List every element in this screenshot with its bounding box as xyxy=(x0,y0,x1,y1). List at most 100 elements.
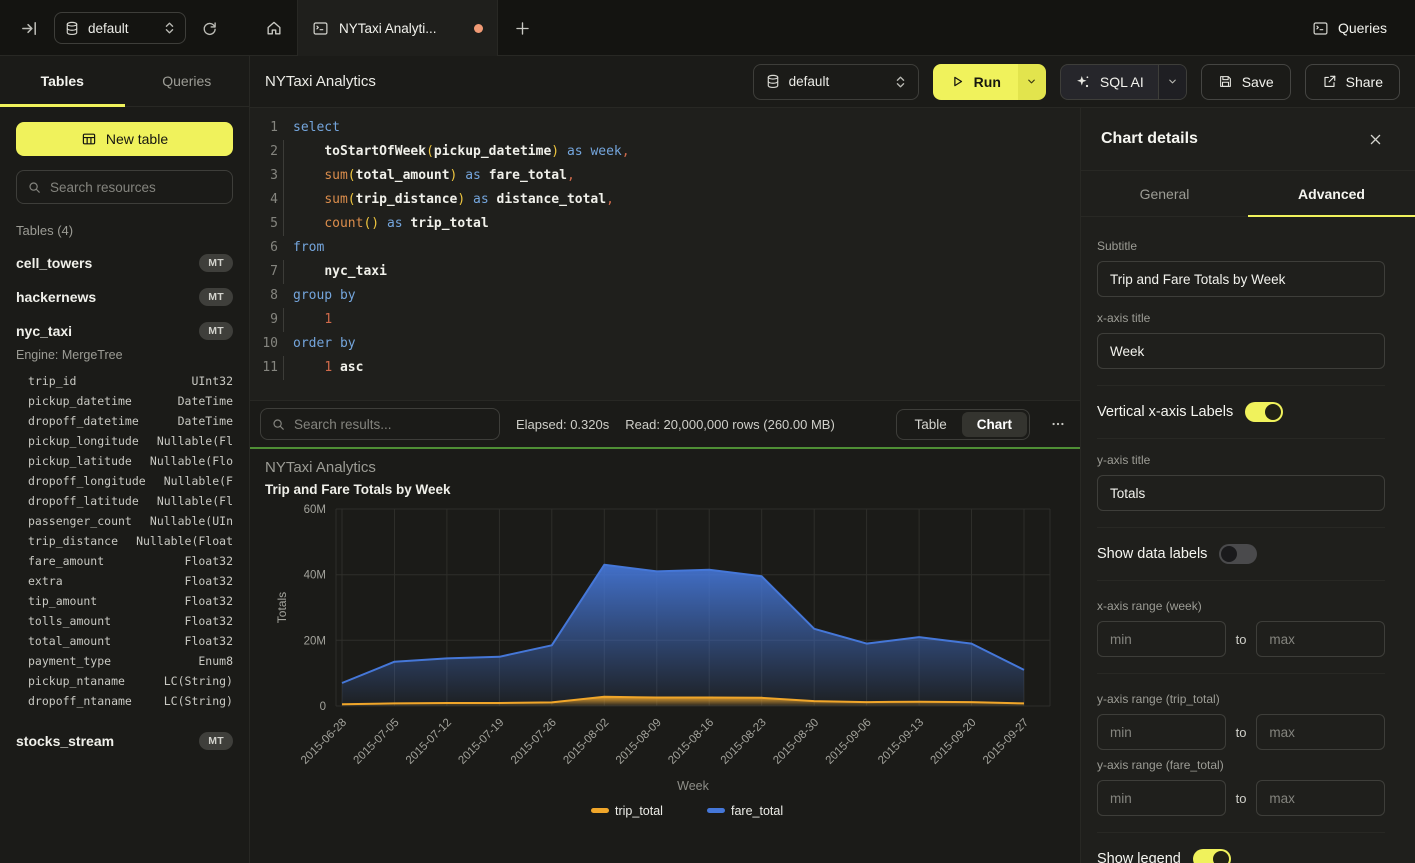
x-axis-range-max-input[interactable] xyxy=(1256,621,1385,657)
line-number: 4 xyxy=(260,188,278,212)
code-line[interactable]: 3 sum(total_amount) as fare_total, xyxy=(250,164,1080,188)
sidebar-search[interactable] xyxy=(16,170,233,204)
view-toggle-chart[interactable]: Chart xyxy=(962,412,1027,437)
code-line[interactable]: 8group by xyxy=(250,284,1080,308)
column-type: DateTime xyxy=(178,391,233,411)
y-axis-range-trip-min-input[interactable] xyxy=(1097,714,1226,750)
toolbar-database-selector[interactable]: default xyxy=(753,64,919,100)
column-type: LC(String) xyxy=(164,691,233,711)
column-name: pickup_latitude xyxy=(28,451,132,471)
code-line[interactable]: 2 toStartOfWeek(pickup_datetime) as week… xyxy=(250,140,1080,164)
y-tick-label: 20M xyxy=(304,635,326,647)
code-line[interactable]: 11 1 asc xyxy=(250,356,1080,380)
sidebar-tab-queries[interactable]: Queries xyxy=(125,56,250,106)
table-row-cell-towers[interactable]: cell_towers MT xyxy=(16,246,233,279)
tab-advanced[interactable]: Advanced xyxy=(1248,171,1415,216)
show-legend-toggle[interactable] xyxy=(1193,849,1231,863)
view-toggle-table[interactable]: Table xyxy=(899,412,961,437)
panel-body: Subtitle x-axis title Vertical x-axis La… xyxy=(1081,217,1415,863)
share-icon xyxy=(1322,74,1337,89)
x-axis-title-input[interactable] xyxy=(1097,333,1385,369)
svg-text:fare_total: fare_total xyxy=(731,804,783,818)
divider xyxy=(1097,832,1385,833)
collapse-sidebar-icon[interactable] xyxy=(20,19,39,38)
line-number: 5 xyxy=(260,212,278,236)
refresh-icon[interactable] xyxy=(201,20,218,37)
table-row-hackernews[interactable]: hackernews MT xyxy=(16,280,233,313)
new-table-button[interactable]: New table xyxy=(16,122,233,156)
sidebar-body: New table Tables (4) cell_towers MT hack… xyxy=(0,107,249,757)
column-row: tip_amountFloat32 xyxy=(16,591,233,611)
sidebar-tab-tables[interactable]: Tables xyxy=(0,56,125,106)
database-icon xyxy=(65,21,79,36)
code-line[interactable]: 9 1 xyxy=(250,308,1080,332)
show-data-labels-toggle[interactable] xyxy=(1219,544,1257,564)
sidebar-search-input[interactable] xyxy=(50,180,222,195)
sql-editor[interactable]: 1select2 toStartOfWeek(pickup_datetime) … xyxy=(250,108,1080,400)
code-line[interactable]: 6from xyxy=(250,236,1080,260)
share-button[interactable]: Share xyxy=(1305,64,1400,100)
table-grid-icon xyxy=(81,131,97,147)
y-axis-range-fare-min-input[interactable] xyxy=(1097,780,1226,816)
code-text: from xyxy=(283,236,324,260)
divider xyxy=(1097,580,1385,581)
column-name: passenger_count xyxy=(28,511,132,531)
column-row: payment_typeEnum8 xyxy=(16,651,233,671)
sidebar-tab-queries-label: Queries xyxy=(162,73,211,89)
x-tick-label: 2015-08-16 xyxy=(666,717,716,767)
divider xyxy=(1097,438,1385,439)
play-icon xyxy=(950,74,965,89)
sql-ai-options-button[interactable] xyxy=(1158,65,1186,99)
x-axis-title: Week xyxy=(677,779,709,793)
more-options-icon[interactable] xyxy=(1046,416,1070,432)
subtitle-input[interactable] xyxy=(1097,261,1385,297)
column-row: passenger_countNullable(UIn xyxy=(16,511,233,531)
topbar: default NYTaxi Analyti... xyxy=(0,0,1415,56)
code-line[interactable]: 7 nyc_taxi xyxy=(250,260,1080,284)
queries-button-label: Queries xyxy=(1338,20,1387,36)
y-axis-title-input[interactable] xyxy=(1097,475,1385,511)
column-row: total_amountFloat32 xyxy=(16,631,233,651)
vertical-x-labels-toggle[interactable] xyxy=(1245,402,1283,422)
queries-button[interactable]: Queries xyxy=(1312,20,1387,37)
subtitle-label: Subtitle xyxy=(1097,239,1385,253)
y-axis-range-fare-max-input[interactable] xyxy=(1256,780,1385,816)
legend-item-fare_total[interactable]: fare_total xyxy=(707,804,783,818)
line-number: 6 xyxy=(260,236,278,260)
home-tab[interactable] xyxy=(250,0,298,56)
panel-tabs: General Advanced xyxy=(1081,171,1415,217)
close-icon[interactable] xyxy=(1368,132,1383,147)
sql-ai-button[interactable]: SQL AI xyxy=(1061,65,1158,99)
run-button[interactable]: Run xyxy=(933,64,1018,100)
new-tab-button[interactable] xyxy=(498,0,546,56)
column-row: pickup_longitudeNullable(Fl xyxy=(16,431,233,451)
results-search[interactable] xyxy=(260,408,500,440)
console-tab-icon xyxy=(312,20,329,37)
engine-badge: MT xyxy=(199,322,233,340)
topbar-right: Queries xyxy=(1312,0,1387,56)
table-row-stocks-stream[interactable]: stocks_stream MT xyxy=(16,724,233,757)
x-axis-range-min-input[interactable] xyxy=(1097,621,1226,657)
code-text: toStartOfWeek(pickup_datetime) as week, xyxy=(283,140,630,164)
tab-general[interactable]: General xyxy=(1081,171,1248,216)
column-row: pickup_latitudeNullable(Flo xyxy=(16,451,233,471)
legend-item-trip_total[interactable]: trip_total xyxy=(591,804,663,818)
table-name: nyc_taxi xyxy=(16,323,72,339)
panel-header: Chart details xyxy=(1081,108,1415,171)
column-row: trip_distanceNullable(Float xyxy=(16,531,233,551)
database-selector[interactable]: default xyxy=(54,12,186,44)
tab-nytaxi-analytics[interactable]: NYTaxi Analyti... xyxy=(298,0,498,56)
run-options-button[interactable] xyxy=(1018,64,1046,100)
code-line[interactable]: 10order by xyxy=(250,332,1080,356)
y-axis-range-trip-max-input[interactable] xyxy=(1256,714,1385,750)
divider xyxy=(1097,673,1385,674)
tab-general-label: General xyxy=(1140,186,1190,202)
save-button[interactable]: Save xyxy=(1201,64,1291,100)
x-tick-label: 2015-09-20 xyxy=(929,717,979,767)
code-line[interactable]: 5 count() as trip_total xyxy=(250,212,1080,236)
code-line[interactable]: 1select xyxy=(250,116,1080,140)
table-row-nyc-taxi[interactable]: nyc_taxi MT xyxy=(16,314,233,347)
code-line[interactable]: 4 sum(trip_distance) as distance_total, xyxy=(250,188,1080,212)
results-search-input[interactable] xyxy=(294,417,489,432)
sidebar-tabs: Tables Queries xyxy=(0,56,249,107)
